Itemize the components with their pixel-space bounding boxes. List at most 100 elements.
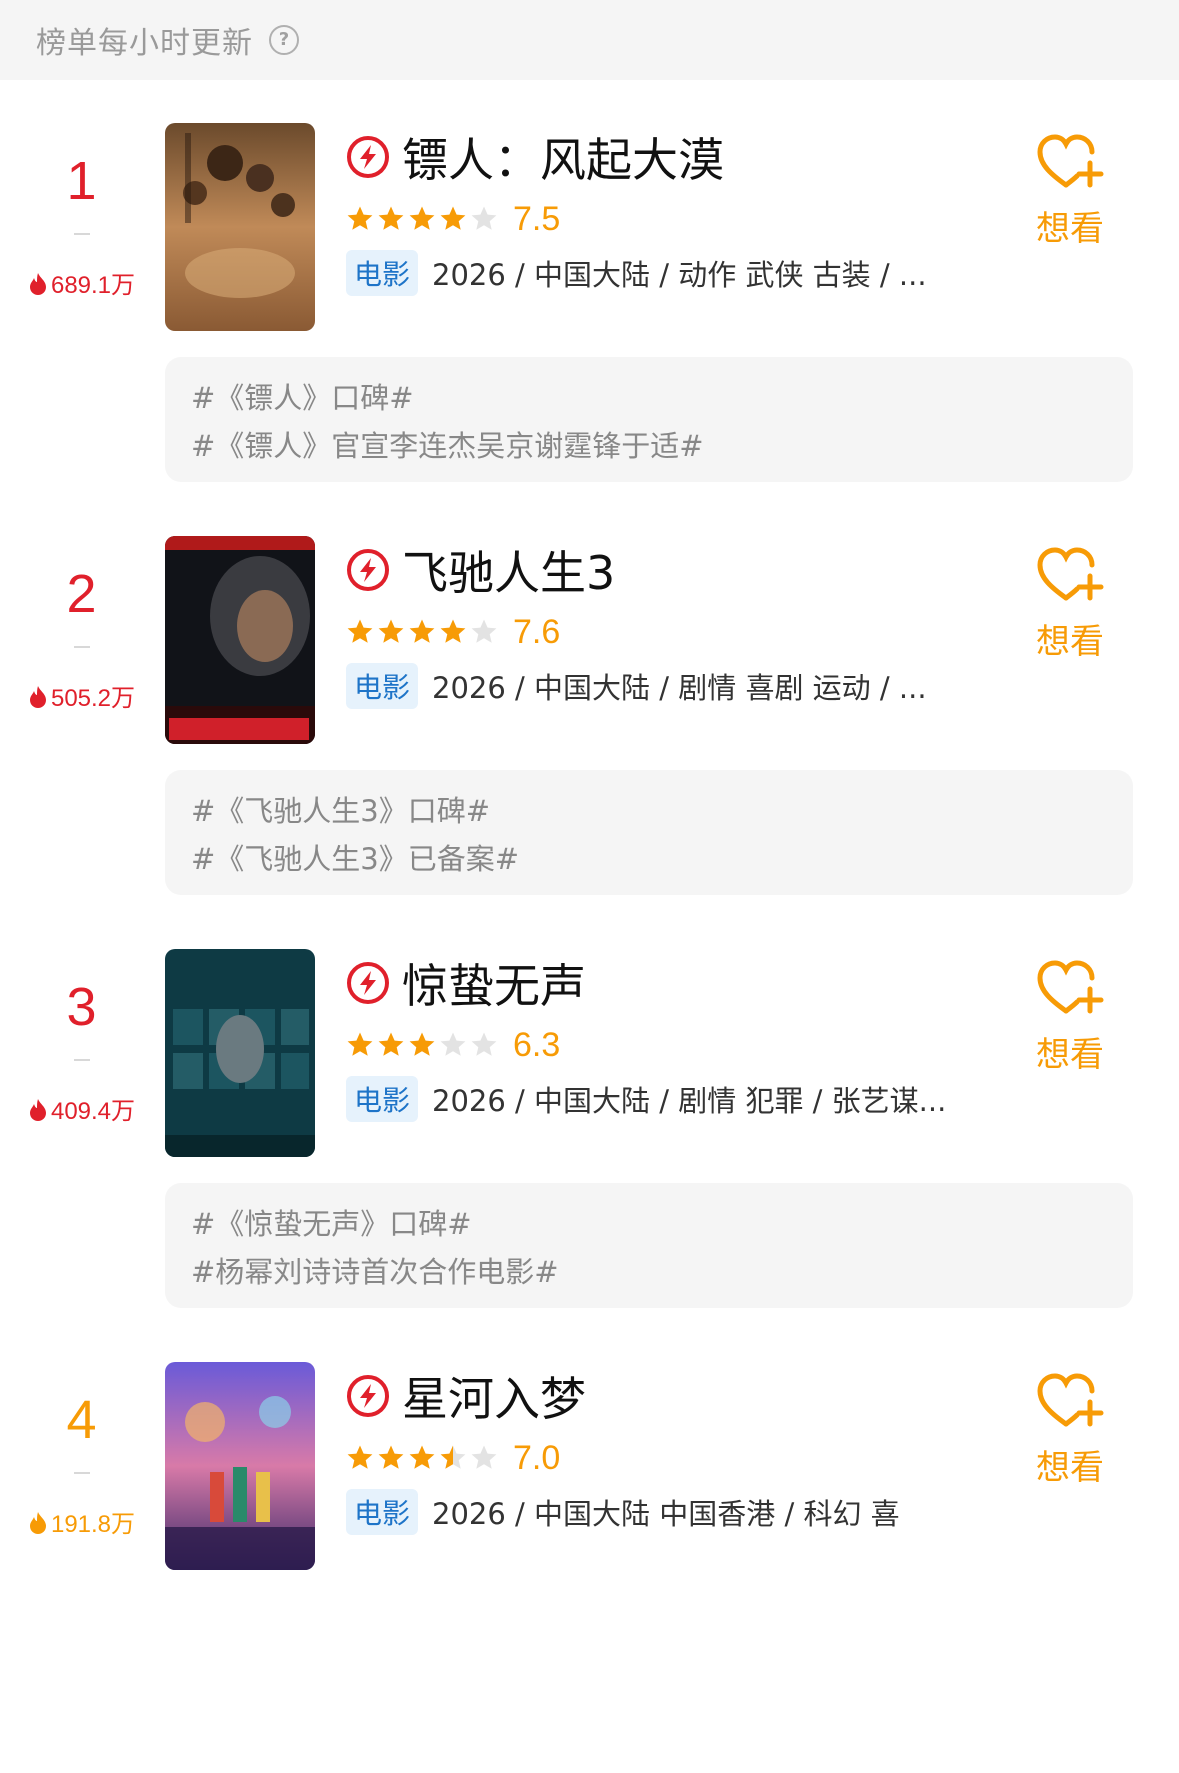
star-icon	[347, 1445, 373, 1469]
rank-number: 1	[66, 151, 97, 211]
star-icon	[378, 1032, 404, 1056]
meta-row: 电影 2026 / 中国大陆 / 剧情 喜剧 运动 / ...	[346, 663, 927, 709]
star-icon	[440, 1032, 466, 1056]
movie-title[interactable]: 星河入梦	[402, 1363, 586, 1429]
flame-icon	[29, 273, 46, 295]
star-rating	[346, 1031, 501, 1059]
topic-link[interactable]: #杨幂刘诗诗首次合作电影#	[191, 1249, 559, 1291]
ranking-item[interactable]: 2 505.2万 飞驰人生3 7.6 电影 2026 / 中国大陆 / 剧情 喜…	[0, 534, 1179, 947]
rating-score: 7.5	[513, 199, 561, 238]
star-icon	[347, 619, 373, 643]
movie-poster[interactable]	[165, 949, 315, 1157]
heat-text: 505.2万	[50, 685, 136, 712]
heart-plus-icon	[1037, 1373, 1104, 1427]
divider	[74, 1059, 90, 1061]
ranking-item[interactable]: 1 689.1万 镖人：风起大漠 7.5 电影 2026 / 中国大陆 / 动作…	[0, 121, 1179, 534]
hot-badge-icon	[347, 549, 389, 591]
want-to-watch-button[interactable]: 想看	[1025, 131, 1115, 250]
want-label: 想看	[1036, 209, 1104, 249]
heart-plus-icon	[1037, 134, 1104, 188]
hot-badge-icon	[347, 1375, 389, 1417]
topic-link[interactable]: #《惊蛰无声》口碑#	[191, 1201, 472, 1243]
star-icon	[409, 1032, 435, 1056]
star-rating	[346, 1444, 501, 1472]
flame-icon	[29, 686, 46, 708]
movie-meta: 2026 / 中国大陆 / 动作 武侠 古装 / ...	[432, 258, 927, 292]
heart-plus-icon	[1037, 547, 1104, 601]
movie-meta: 2026 / 中国大陆 / 剧情 犯罪 / 张艺谋...	[432, 1084, 947, 1118]
want-to-watch-button[interactable]: 想看	[1025, 957, 1115, 1076]
rating-score: 7.0	[513, 1438, 561, 1477]
flame-icon	[29, 1512, 46, 1534]
title-row[interactable]: 惊蛰无声	[346, 953, 586, 1013]
update-note: 榜单每小时更新	[36, 26, 253, 61]
star-icon	[378, 619, 404, 643]
topic-box: #《飞驰人生3》口碑# #《飞驰人生3》已备案#	[165, 770, 1133, 895]
divider	[74, 646, 90, 648]
movie-poster[interactable]	[165, 123, 315, 331]
rating-row: 6.3	[346, 1025, 560, 1065]
want-label: 想看	[1036, 1448, 1104, 1488]
star-icon	[471, 1445, 497, 1469]
type-tag: 电影	[346, 250, 419, 296]
star-icon	[471, 206, 497, 230]
movie-title[interactable]: 惊蛰无声	[402, 950, 586, 1016]
movie-poster[interactable]	[165, 536, 315, 744]
title-row[interactable]: 镖人：风起大漠	[346, 127, 724, 187]
rank-number: 2	[66, 564, 97, 624]
ranking-item[interactable]: 4 191.8万 星河入梦 7.0 电影 2026 / 中国大陆 中国香港 / …	[0, 1360, 1179, 1773]
divider	[74, 233, 90, 235]
topic-link[interactable]: #《镖人》口碑#	[191, 375, 414, 417]
flame-icon	[29, 1099, 46, 1121]
topic-box: #《镖人》口碑# #《镖人》官宣李连杰吴京谢霆锋于适#	[165, 357, 1133, 482]
rank-number: 4	[66, 1390, 97, 1450]
star-icon	[440, 206, 466, 230]
rating-score: 7.6	[513, 612, 561, 651]
movie-meta: 2026 / 中国大陆 / 剧情 喜剧 运动 / ...	[432, 671, 927, 705]
want-to-watch-button[interactable]: 想看	[1025, 1370, 1115, 1489]
title-row[interactable]: 飞驰人生3	[346, 540, 615, 600]
star-icon	[347, 206, 373, 230]
rating-score: 6.3	[513, 1025, 561, 1064]
star-icon	[440, 1445, 466, 1469]
rating-row: 7.6	[346, 612, 560, 652]
rating-row: 7.0	[346, 1438, 560, 1478]
movie-poster[interactable]	[165, 1362, 315, 1570]
meta-row: 电影 2026 / 中国大陆 / 剧情 犯罪 / 张艺谋...	[346, 1076, 947, 1122]
star-icon	[347, 1032, 373, 1056]
type-tag: 电影	[346, 1489, 419, 1535]
star-rating	[346, 205, 501, 233]
hot-badge-icon	[347, 962, 389, 1004]
movie-meta: 2026 / 中国大陆 中国香港 / 科幻 喜	[432, 1497, 900, 1531]
heat-value: 191.8万	[0, 1504, 163, 1539]
title-row[interactable]: 星河入梦	[346, 1366, 586, 1426]
movie-title[interactable]: 镖人：风起大漠	[402, 124, 724, 190]
want-to-watch-button[interactable]: 想看	[1025, 544, 1115, 663]
star-icon	[471, 1032, 497, 1056]
star-rating	[346, 618, 501, 646]
heat-text: 689.1万	[50, 272, 136, 299]
watermark-overlay	[900, 1500, 1162, 1560]
heart-plus-icon	[1037, 960, 1104, 1014]
question-circle-icon[interactable]: ?	[269, 25, 299, 55]
type-tag: 电影	[346, 1076, 419, 1122]
hot-badge-icon	[347, 136, 389, 178]
star-icon	[409, 1445, 435, 1469]
movie-title[interactable]: 飞驰人生3	[402, 537, 615, 603]
ranking-item[interactable]: 3 409.4万 惊蛰无声 6.3 电影 2026 / 中国大陆 / 剧情 犯罪…	[0, 947, 1179, 1360]
heat-value: 689.1万	[0, 265, 163, 300]
topic-link[interactable]: #《飞驰人生3》口碑#	[191, 788, 490, 830]
want-label: 想看	[1036, 622, 1104, 662]
topic-link[interactable]: #《飞驰人生3》已备案#	[191, 836, 519, 878]
meta-row: 电影 2026 / 中国大陆 / 动作 武侠 古装 / ...	[346, 250, 927, 296]
heat-text: 191.8万	[50, 1511, 136, 1538]
heat-text: 409.4万	[50, 1098, 136, 1125]
want-label: 想看	[1036, 1035, 1104, 1075]
star-icon	[471, 619, 497, 643]
topic-link[interactable]: #《镖人》官宣李连杰吴京谢霆锋于适#	[191, 423, 704, 465]
star-icon	[378, 1445, 404, 1469]
star-icon	[409, 206, 435, 230]
type-tag: 电影	[346, 663, 419, 709]
star-icon	[409, 619, 435, 643]
top-bar: 榜单每小时更新 ?	[0, 0, 1179, 80]
